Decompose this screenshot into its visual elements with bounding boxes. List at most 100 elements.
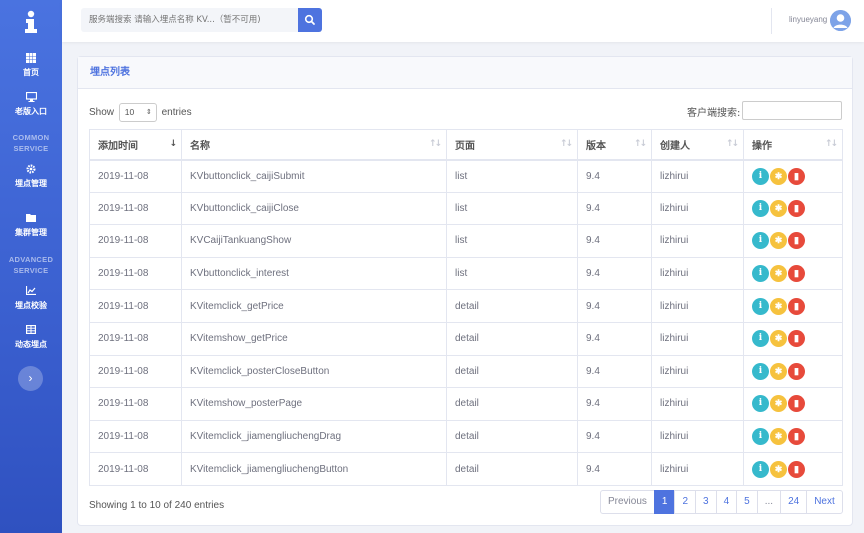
delete-button[interactable]: ▮ — [788, 395, 805, 413]
added-time-cell: 2019-11-08 — [89, 387, 182, 421]
delete-button[interactable]: ▮ — [788, 330, 805, 348]
info-button[interactable]: i — [752, 460, 769, 478]
chart-icon — [0, 286, 62, 298]
info-button[interactable]: i — [752, 330, 769, 348]
trash-icon: ▮ — [794, 268, 799, 279]
page-length-select[interactable]: 10 ⇕ — [118, 103, 157, 122]
delete-button[interactable]: ▮ — [788, 362, 805, 380]
config-button[interactable]: ✱ — [770, 232, 787, 250]
actions-cell: i ✱ ▮ — [743, 419, 843, 454]
delete-button[interactable]: ▮ — [788, 265, 805, 283]
name-cell: KVitemclick_getPrice — [181, 289, 447, 323]
creator-cell: lizhirui — [651, 354, 744, 389]
sidebar-item-label: 埋点管理 — [15, 179, 47, 188]
delete-button[interactable]: ▮ — [788, 232, 805, 250]
sidebar-item-dynamic-tracking[interactable]: 动态埋点 — [0, 325, 62, 350]
pagination-page-5[interactable]: 5 — [736, 490, 758, 514]
table-info: Showing 1 to 10 of 240 entries — [89, 500, 225, 511]
delete-button[interactable]: ▮ — [788, 199, 805, 217]
info-button[interactable]: i — [752, 362, 769, 380]
info-button[interactable]: i — [752, 395, 769, 413]
sidebar-item-label: 集群管理 — [15, 228, 47, 237]
version-cell: 9.4 — [577, 159, 652, 193]
client-search-label: 客户端搜索: — [687, 108, 741, 119]
monitor-icon — [0, 91, 62, 104]
info-icon: i — [758, 333, 763, 344]
search-button[interactable] — [298, 8, 322, 32]
sidebar-item-cluster-management[interactable]: 集群管理 — [0, 213, 62, 238]
page-cell: list — [446, 256, 578, 291]
topbar-divider — [771, 8, 772, 34]
trash-icon: ▮ — [794, 300, 799, 311]
column-header-version[interactable]: 版本 ↑↓ — [577, 129, 652, 161]
gear-icon: ✱ — [774, 300, 783, 311]
table-row: 2019-11-08 KVbuttonclick_caijiClose list 9.… — [89, 191, 843, 226]
delete-button[interactable]: ▮ — [788, 428, 805, 446]
config-button[interactable]: ✱ — [770, 395, 787, 413]
pagination-page-1[interactable]: 1 — [653, 490, 676, 514]
info-button[interactable]: i — [752, 232, 769, 250]
page-cell: detail — [446, 289, 578, 323]
column-header-creator[interactable]: 创建人 ↑↓ — [651, 129, 744, 161]
info-button[interactable]: i — [752, 265, 769, 283]
info-button[interactable]: i — [752, 167, 769, 185]
info-icon: i — [758, 170, 763, 181]
logo-icon[interactable] — [20, 10, 42, 34]
config-button[interactable]: ✱ — [770, 330, 787, 348]
pagination-previous[interactable]: Previous — [600, 490, 655, 514]
pagination-page-4[interactable]: 4 — [715, 490, 738, 514]
creator-cell: lizhirui — [651, 452, 744, 486]
config-button[interactable]: ✱ — [770, 428, 787, 446]
gear-icon — [0, 164, 62, 176]
table-row: 2019-11-08 KVCaijiTankuangShow list 9.4 lizh… — [89, 224, 843, 258]
column-header-name[interactable]: 名称 ↑↓ — [181, 129, 447, 161]
table-header-row: 添加时间 ↓ 名称 ↑↓ 页面 ↑↓ 版本 ↑↓ 创建人 ↑↓ 操作 ↑↓ — [89, 129, 843, 161]
name-cell: KVitemclick_posterCloseButton — [181, 354, 447, 389]
config-button[interactable]: ✱ — [770, 167, 787, 185]
config-button[interactable]: ✱ — [770, 297, 787, 315]
info-button[interactable]: i — [752, 428, 769, 446]
pagination-page-24[interactable]: 24 — [780, 490, 808, 514]
column-header-added-time[interactable]: 添加时间 ↓ — [89, 129, 182, 161]
info-button[interactable]: i — [752, 199, 769, 217]
avatar[interactable] — [830, 10, 851, 31]
added-time-cell: 2019-11-08 — [89, 224, 182, 258]
delete-button[interactable]: ▮ — [788, 460, 805, 478]
config-button[interactable]: ✱ — [770, 199, 787, 217]
added-time-cell: 2019-11-08 — [89, 159, 182, 193]
config-button[interactable]: ✱ — [770, 362, 787, 380]
column-label: 添加时间 — [98, 140, 138, 152]
added-time-cell: 2019-11-08 — [89, 354, 182, 389]
search-input[interactable] — [81, 8, 299, 32]
name-cell: KVCaijiTankuangShow — [181, 224, 447, 258]
name-cell: KVitemclick_jiamengliuchengButton — [181, 452, 447, 486]
username[interactable]: linyueyang — [789, 15, 827, 24]
page-cell: detail — [446, 354, 578, 389]
pagination-page-3[interactable]: 3 — [695, 490, 717, 514]
delete-button[interactable]: ▮ — [788, 297, 805, 315]
gear-icon: ✱ — [774, 365, 783, 376]
column-header-page[interactable]: 页面 ↑↓ — [446, 129, 578, 161]
sidebar-item-old-entry[interactable]: 老版入口 — [0, 91, 62, 117]
actions-cell: i ✱ ▮ — [743, 191, 843, 226]
pagination-next[interactable]: Next — [806, 490, 843, 514]
creator-cell: lizhirui — [651, 289, 744, 323]
table-row: 2019-11-08 KVitemclick_getPrice detail 9.4 l… — [89, 289, 843, 323]
delete-button[interactable]: ▮ — [788, 167, 805, 185]
config-button[interactable]: ✱ — [770, 460, 787, 478]
config-button[interactable]: ✱ — [770, 265, 787, 283]
sidebar-item-tracking-validation[interactable]: 埋点校验 — [0, 286, 62, 311]
page-cell: detail — [446, 387, 578, 421]
sidebar-collapse-button[interactable]: › — [18, 366, 43, 391]
sidebar-item-tracking-management[interactable]: 埋点管理 — [0, 164, 62, 189]
sidebar-item-home[interactable]: 首页 — [0, 53, 62, 78]
sort-desc-icon: ↓ — [169, 139, 176, 149]
info-button[interactable]: i — [752, 297, 769, 315]
pagination-page-2[interactable]: 2 — [674, 490, 697, 514]
column-header-actions[interactable]: 操作 ↑↓ — [743, 129, 843, 161]
client-search-input[interactable] — [742, 101, 842, 120]
creator-cell: lizhirui — [651, 191, 744, 226]
page-cell: list — [446, 159, 578, 193]
actions-cell: i ✱ ▮ — [743, 321, 843, 356]
column-label: 名称 — [190, 140, 210, 152]
